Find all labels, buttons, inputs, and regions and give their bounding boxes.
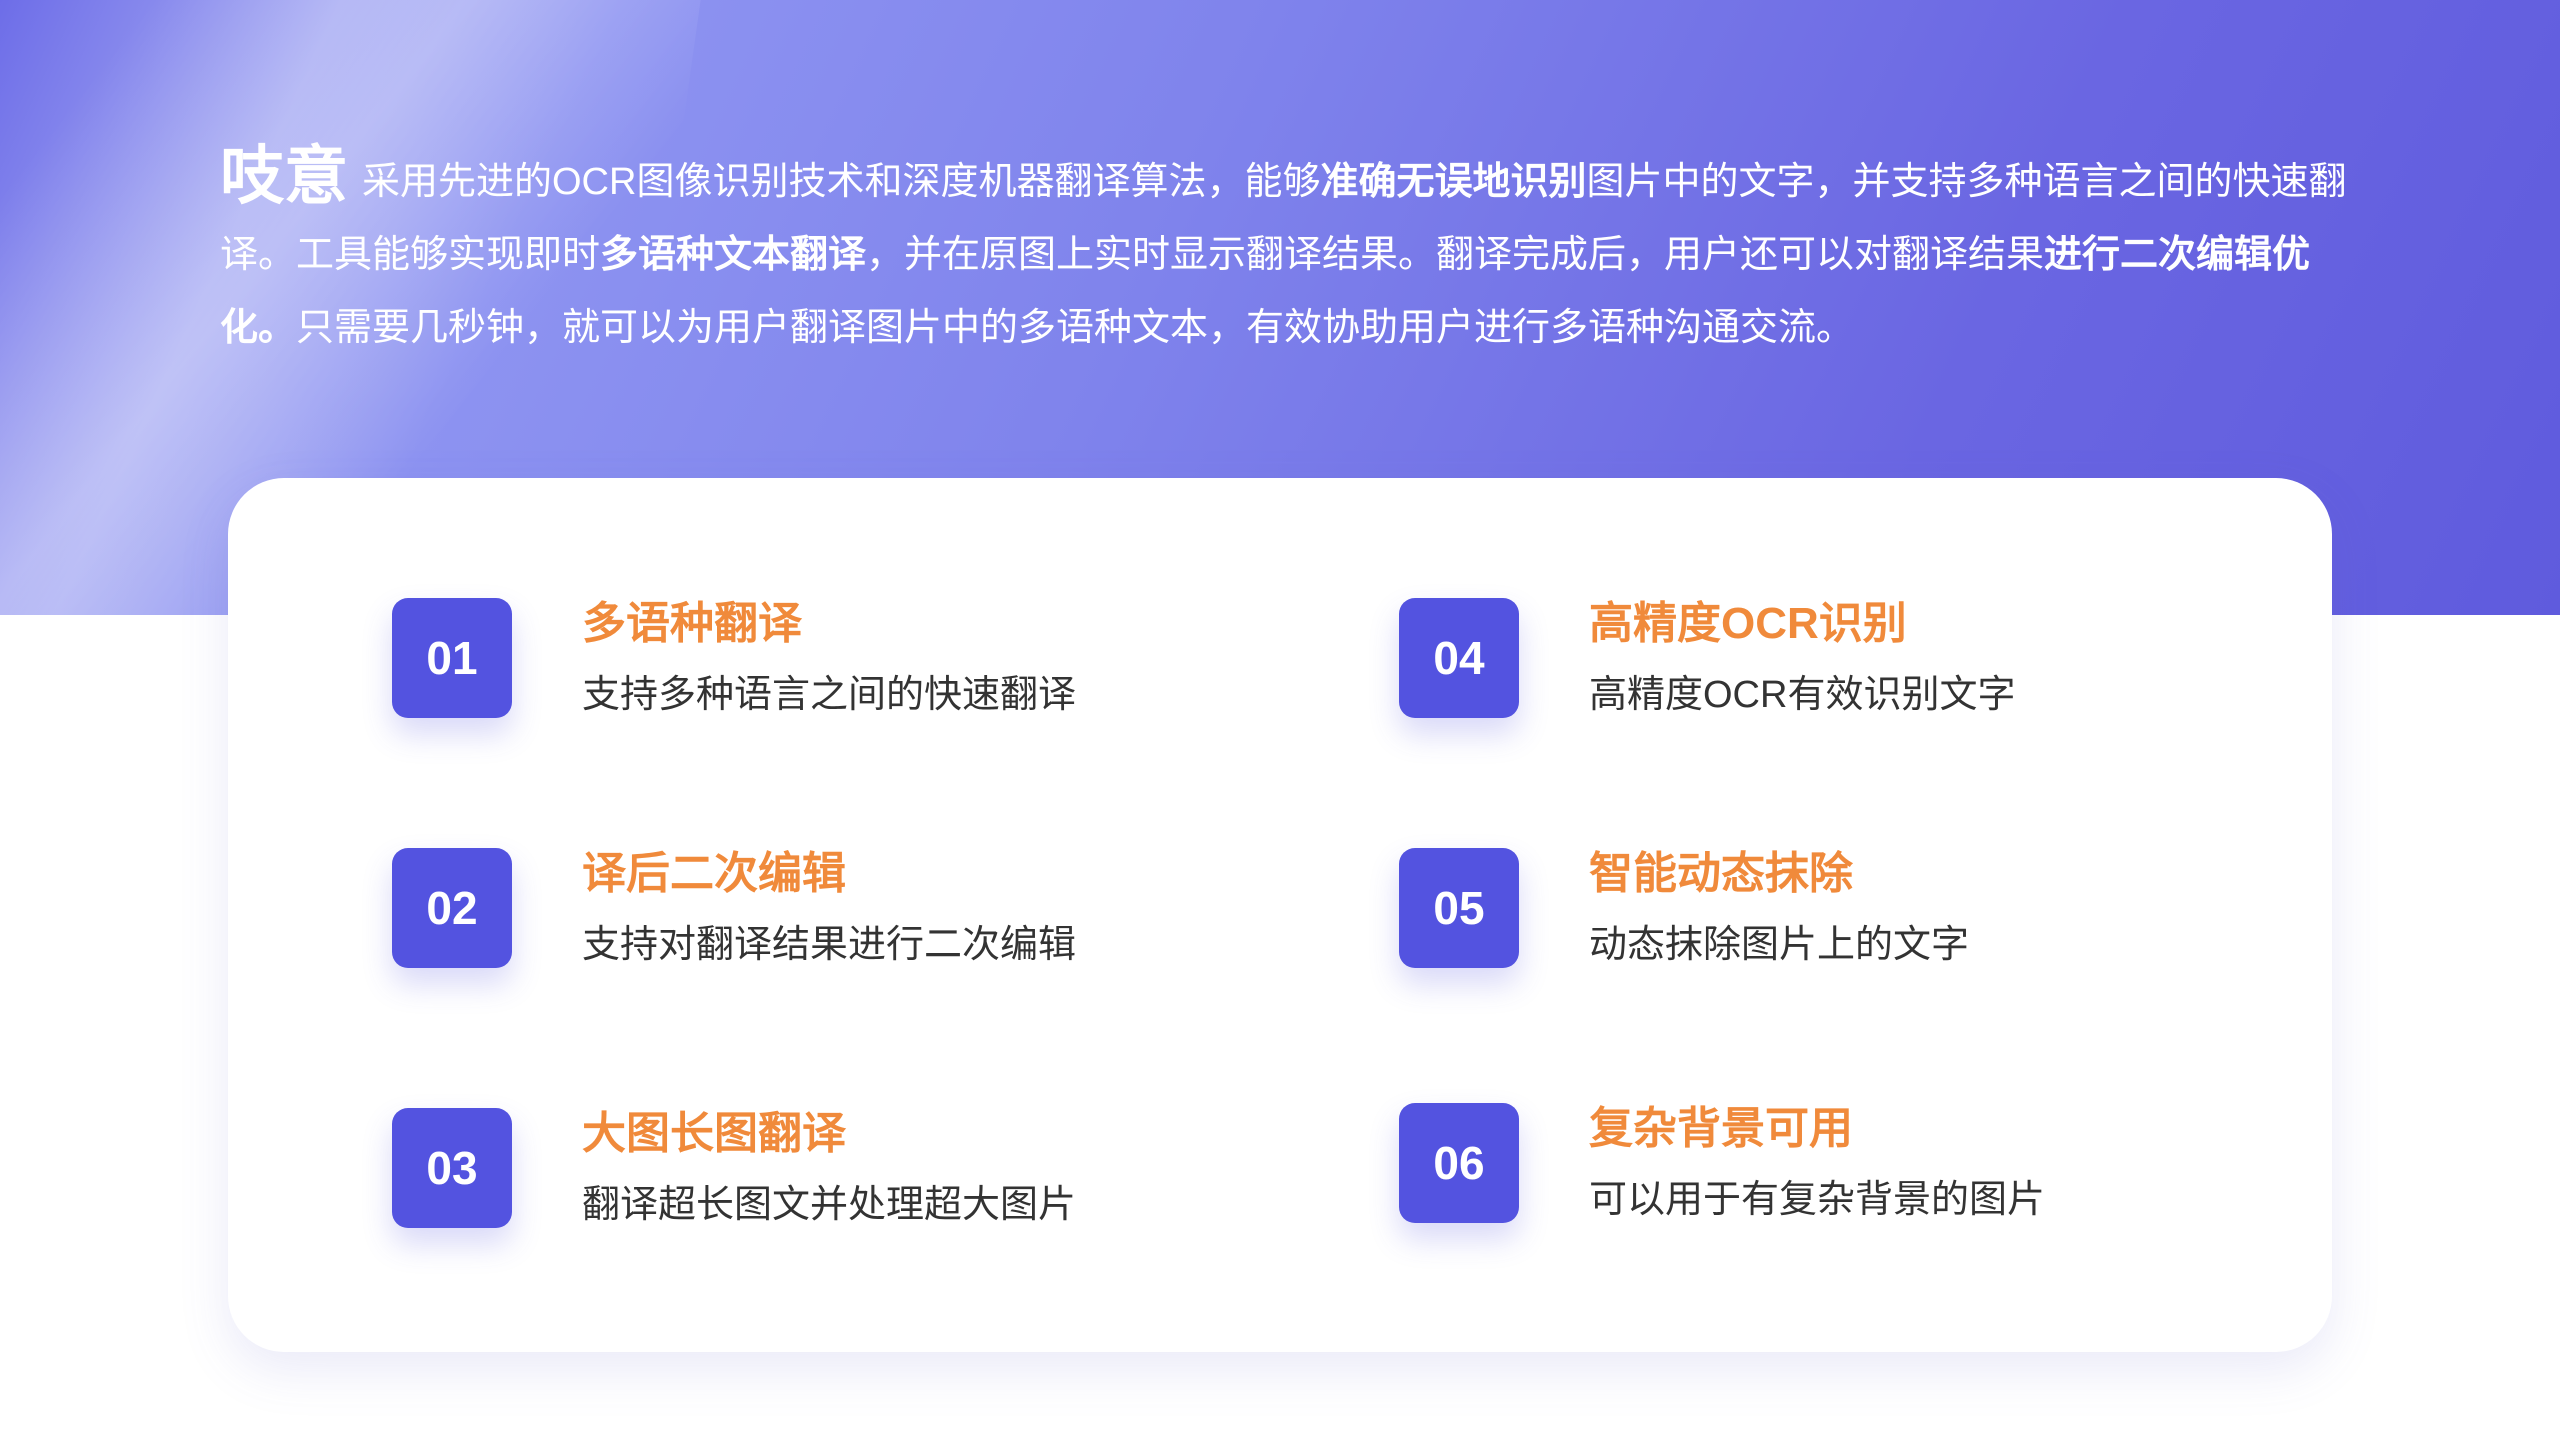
feature-title: 智能动态抹除 bbox=[1589, 849, 1853, 898]
feature-number-badge: 02 bbox=[392, 848, 512, 968]
feature-title: 译后二次编辑 bbox=[582, 849, 846, 898]
feature-title: 高精度OCR识别 bbox=[1589, 599, 1907, 648]
feature-number-badge: 01 bbox=[392, 598, 512, 718]
feature-number-badge: 03 bbox=[392, 1108, 512, 1228]
feature-description: 支持多种语言之间的快速翻译 bbox=[582, 674, 1077, 716]
intro-text-1: 采用先进的OCR图像识别技术和深度机器翻译算法，能够 bbox=[362, 161, 1321, 203]
feature-title: 复杂背景可用 bbox=[1589, 1104, 1853, 1153]
feature-description: 翻译超长图文并处理超大图片 bbox=[582, 1184, 1077, 1226]
feature-number-badge: 04 bbox=[1399, 598, 1519, 718]
feature-description: 支持对翻译结果进行二次编辑 bbox=[582, 924, 1077, 966]
features-card: 01 多语种翻译 支持多种语言之间的快速翻译 02 译后二次编辑 支持对翻译结果… bbox=[228, 478, 2332, 1352]
intro-text-2: 准确无误地识别 bbox=[1320, 161, 1587, 203]
intro-text-7: 只需要几秒钟，就可以为用户翻译图片中的多语种文本，有效协助用户进行多语种沟通交流… bbox=[296, 307, 1855, 349]
feature-number-badge: 06 bbox=[1399, 1103, 1519, 1223]
feature-number-badge: 05 bbox=[1399, 848, 1519, 968]
feature-description: 动态抹除图片上的文字 bbox=[1589, 924, 1970, 966]
intro-paragraph: 吱意 采用先进的OCR图像识别技术和深度机器翻译算法，能够准确无误地识别图片中的文… bbox=[220, 140, 2360, 365]
intro-text-4: 多语种文本翻译 bbox=[600, 234, 867, 276]
feature-title: 多语种翻译 bbox=[582, 599, 802, 648]
feature-title: 大图长图翻译 bbox=[582, 1109, 846, 1158]
brand-name: 吱意 bbox=[220, 140, 348, 212]
feature-description: 高精度OCR有效识别文字 bbox=[1589, 674, 2016, 716]
feature-description: 可以用于有复杂背景的图片 bbox=[1589, 1179, 2046, 1221]
intro-text-5: ，并在原图上实时显示翻译结果。翻译完成后，用户还可以对翻译结果 bbox=[866, 234, 2045, 276]
